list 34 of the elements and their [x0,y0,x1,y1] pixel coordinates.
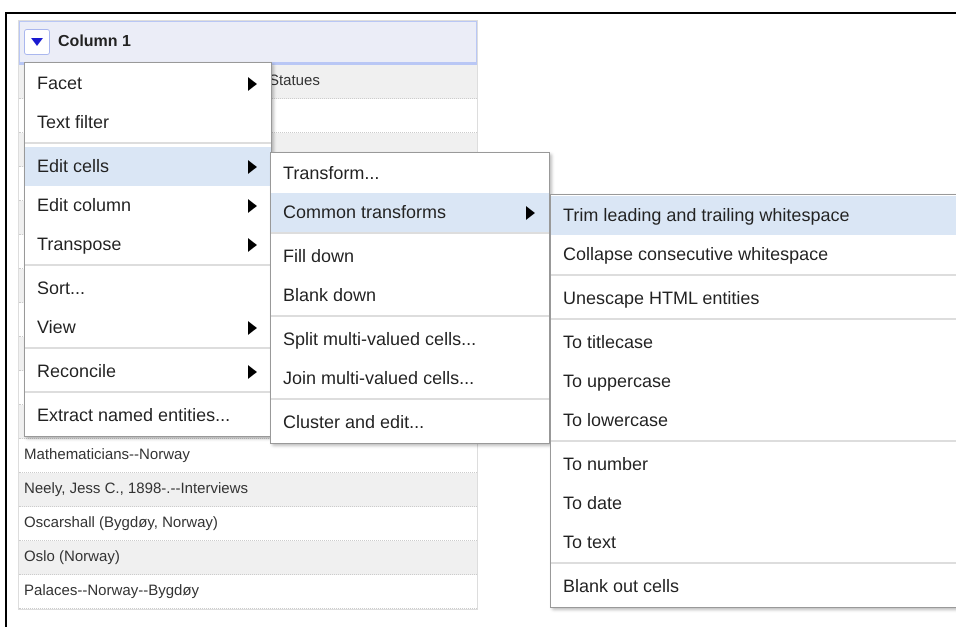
menu-item[interactable]: Cluster and edit... [271,403,549,442]
menu-item[interactable]: Text filter [25,103,271,142]
menu-item[interactable]: To number [551,445,956,484]
menu-item[interactable]: To text [551,523,956,562]
table-cell-text: Neely, Jess C., 1898-.--Interviews [24,479,248,500]
menu-item[interactable]: To lowercase [551,401,956,440]
caret-down-icon [31,38,43,46]
menu-item[interactable]: Transform... [271,154,549,193]
menu-item[interactable]: To titlecase [551,323,956,362]
menu-item[interactable]: Fill down [271,237,549,276]
column-menu-button[interactable] [24,29,50,55]
menu-item[interactable]: Facet [25,64,271,103]
menu-item[interactable]: Unescape HTML entities [551,279,956,318]
menu-item[interactable]: Trim leading and trailing whitespace [551,196,956,235]
menu-item[interactable]: Blank out cells [551,567,956,606]
table-cell-text: Oscarshall (Bygdøy, Norway) [24,513,218,534]
table-cell-text: Oslo (Norway) [24,547,120,568]
column-title: Column 1 [58,32,131,52]
menu-item[interactable]: View [25,308,271,347]
menu-item[interactable]: Collapse consecutive whitespace [551,235,956,274]
table-cell-text: Palaces--Norway--Bygdøy [24,581,200,602]
menu-item[interactable]: Extract named entities... [25,396,271,435]
menu-item[interactable]: Sort... [25,269,271,308]
menu-item[interactable]: Edit column [25,186,271,225]
menu-item[interactable]: To date [551,484,956,523]
menu-item[interactable]: Reconcile [25,352,271,391]
menu-item[interactable]: Common transforms [271,193,549,232]
menu-item[interactable]: Blank down [271,276,549,315]
menu-item[interactable]: Transpose [25,225,271,264]
menu-item[interactable]: Join multi-valued cells... [271,359,549,398]
menu-item[interactable]: Split multi-valued cells... [271,320,549,359]
menu-item[interactable]: To uppercase [551,362,956,401]
table-cell-text: Mathematicians--Norway [24,445,190,466]
menu-item[interactable]: Edit cells [25,147,271,186]
